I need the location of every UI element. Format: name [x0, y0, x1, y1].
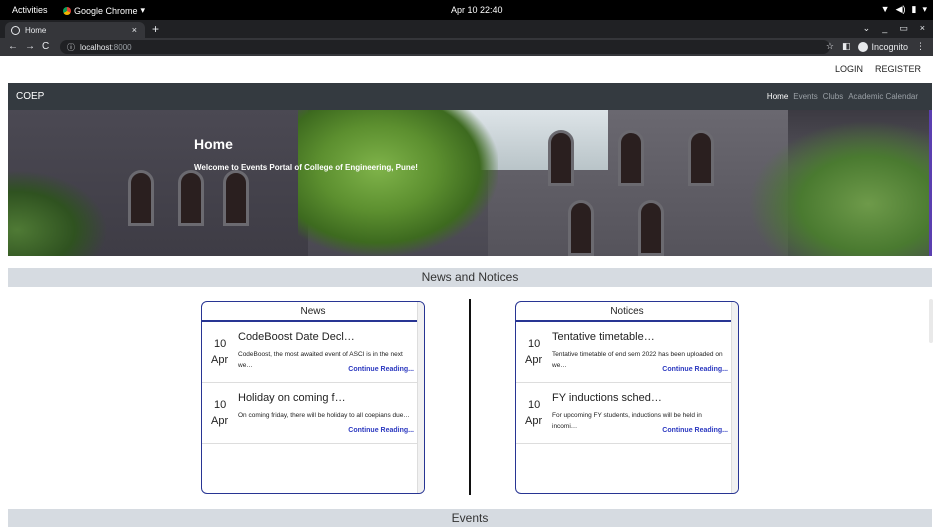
continue-reading-link[interactable]: Continue Reading... — [348, 366, 414, 373]
url-host: localhost — [80, 42, 112, 52]
forward-icon[interactable]: → — [25, 41, 35, 52]
auth-links: LOGIN REGISTER — [835, 64, 921, 74]
list-item: 10 Apr Holiday on coming f… On coming fr… — [202, 383, 417, 444]
nav-home[interactable]: Home — [767, 92, 788, 101]
continue-reading-link[interactable]: Continue Reading... — [662, 427, 728, 434]
news-heading: News — [202, 302, 424, 322]
notices-panel: Notices 10 Apr Tentative timetable… Tent… — [515, 301, 739, 494]
battery-icon: ▮ — [911, 4, 917, 14]
chevron-down-icon: ▾ — [922, 4, 927, 14]
arched-window — [128, 170, 154, 226]
chrome-icon — [63, 6, 71, 15]
item-title: FY inductions sched… — [552, 392, 662, 404]
list-item: 10 Apr Tentative timetable… Tentative ti… — [516, 322, 731, 383]
continue-reading-link[interactable]: Continue Reading... — [348, 427, 414, 434]
chevron-down-icon: ▾ — [140, 5, 146, 15]
tab-strip: Home × + ⌄ _ ▭ × — [0, 20, 933, 38]
menu-icon[interactable]: ⋮ — [916, 41, 925, 52]
close-icon[interactable]: × — [132, 25, 137, 35]
incognito-label: Incognito — [871, 41, 908, 52]
system-tray[interactable]: ▼ ◀) ▮ ▾ — [881, 4, 927, 15]
hero-subtitle: Welcome to Events Portal of College of E… — [194, 163, 418, 172]
tree — [298, 110, 498, 256]
reload-icon[interactable]: C — [42, 41, 49, 52]
app-name: Google Chrome — [74, 5, 138, 16]
register-link[interactable]: REGISTER — [875, 64, 921, 74]
app-menu[interactable]: Google Chrome ▾ — [63, 5, 145, 16]
page-scrollbar[interactable] — [929, 299, 933, 343]
arched-window — [568, 200, 594, 256]
item-title: Holiday on coming f… — [238, 392, 346, 404]
item-day: 10 — [214, 338, 227, 350]
close-window-icon[interactable]: × — [920, 23, 925, 34]
list-item: 10 Apr FY inductions sched… For upcoming… — [516, 383, 731, 444]
window-controls: ⌄ _ ▭ × — [863, 23, 925, 34]
hero-title: Home — [194, 136, 233, 152]
item-day: 10 — [528, 399, 541, 411]
address-bar[interactable]: ⓘ localhost :8000 — [60, 40, 830, 54]
item-title: CodeBoost Date Decl… — [238, 331, 355, 343]
nav-academic-calendar[interactable]: Academic Calendar — [848, 92, 918, 101]
notices-heading: Notices — [516, 302, 738, 322]
list-item: 10 Apr CodeBoost Date Decl… CodeBoost, t… — [202, 322, 417, 383]
volume-icon: ◀) — [895, 4, 906, 14]
arched-window — [548, 130, 574, 186]
nav-links: Home Events Clubs Academic Calendar — [767, 92, 918, 101]
item-title: Tentative timetable… — [552, 331, 655, 343]
arched-window — [638, 200, 664, 256]
bookmark-star-icon[interactable]: ☆ — [826, 41, 834, 52]
continue-reading-link[interactable]: Continue Reading... — [662, 366, 728, 373]
news-notices-header: News and Notices — [8, 268, 932, 287]
browser-toolbar: ← → C ⓘ localhost :8000 ☆ ◧ Incognito ⋮ — [0, 38, 933, 56]
item-month: Apr — [525, 354, 543, 366]
screen: Activities Google Chrome ▾ Apr 10 22:40 … — [0, 0, 933, 527]
arched-window — [688, 130, 714, 186]
site-navbar: COEP Home Events Clubs Academic Calendar — [8, 83, 932, 110]
item-month: Apr — [525, 415, 543, 427]
item-description: On coming friday, there will be holiday … — [238, 412, 410, 419]
arched-window — [178, 170, 204, 226]
new-tab-button[interactable]: + — [152, 22, 159, 36]
incognito-indicator[interactable]: Incognito — [858, 41, 908, 52]
item-day: 10 — [528, 338, 541, 350]
toolbar-actions: ☆ ◧ Incognito ⋮ — [826, 41, 925, 52]
minimize-icon[interactable]: _ — [882, 23, 887, 34]
tree — [748, 120, 932, 256]
tab-search-icon[interactable]: ⌄ — [863, 23, 871, 34]
item-day: 10 — [214, 399, 227, 411]
tree — [8, 170, 108, 256]
activities-button[interactable]: Activities — [12, 5, 48, 15]
url-port: :8000 — [111, 42, 132, 52]
globe-icon — [11, 25, 20, 35]
panel-divider — [469, 299, 471, 495]
os-top-bar: Activities Google Chrome ▾ Apr 10 22:40 … — [0, 0, 933, 20]
login-link[interactable]: LOGIN — [835, 64, 863, 74]
tab-title: Home — [25, 25, 47, 35]
side-panel-icon[interactable]: ◧ — [842, 41, 851, 52]
incognito-icon — [858, 41, 869, 52]
arched-window — [223, 170, 249, 226]
network-icon: ▼ — [880, 4, 890, 14]
events-header: Events — [8, 509, 932, 527]
info-icon[interactable]: ⓘ — [67, 42, 75, 53]
news-scrollbar[interactable] — [417, 302, 424, 493]
tab-home[interactable]: Home × — [5, 22, 145, 38]
brand-logo[interactable]: COEP — [16, 91, 44, 102]
item-month: Apr — [211, 354, 229, 366]
news-panel: News 10 Apr CodeBoost Date Decl… CodeBoo… — [201, 301, 425, 494]
banner-edge — [929, 110, 932, 256]
back-icon[interactable]: ← — [8, 41, 18, 52]
maximize-icon[interactable]: ▭ — [899, 23, 908, 34]
nav-clubs[interactable]: Clubs — [823, 92, 843, 101]
arched-window — [618, 130, 644, 186]
nav-events[interactable]: Events — [793, 92, 817, 101]
hero-banner: Home Welcome to Events Portal of College… — [8, 110, 932, 256]
notices-scrollbar[interactable] — [731, 302, 738, 493]
item-month: Apr — [211, 415, 229, 427]
clock[interactable]: Apr 10 22:40 — [451, 5, 503, 15]
